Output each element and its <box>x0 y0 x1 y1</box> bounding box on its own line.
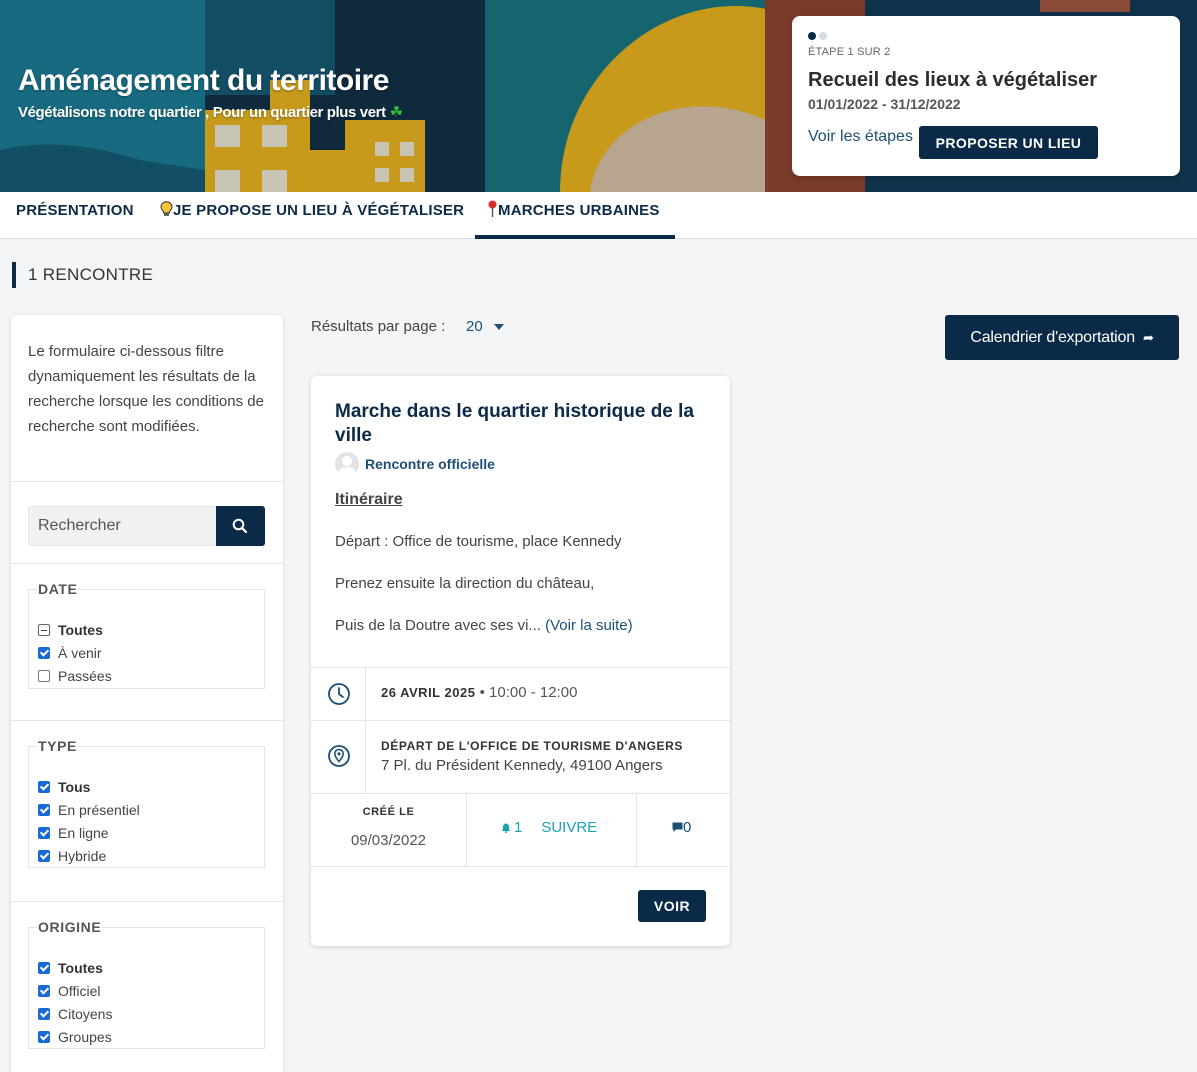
filter-intro: Le formulaire ci-dessous filtre dynamiqu… <box>28 343 264 435</box>
created-date: 09/03/2022 <box>350 832 427 849</box>
meeting-datetime: 26 AVRIL 2025 • 10:00 - 12:00 <box>381 684 578 701</box>
checkbox-checked[interactable] <box>38 985 50 997</box>
divider <box>466 793 467 866</box>
checkbox-checked[interactable] <box>38 781 50 793</box>
follow-button[interactable]: 1 SUIVRE <box>501 819 597 836</box>
meeting-title[interactable]: Marche dans le quartier historique de la… <box>335 400 715 448</box>
comments-count[interactable]: 0 <box>672 819 691 836</box>
tab-presentation[interactable]: PRÉSENTATION <box>16 192 134 239</box>
search-input[interactable] <box>28 506 216 546</box>
filter-origin-groups[interactable]: Groupes <box>38 1027 112 1047</box>
divider <box>311 720 730 721</box>
divider <box>11 563 283 564</box>
results-per-page-label: Résultats par page : <box>311 318 446 335</box>
filter-date-past[interactable]: Passées <box>38 666 112 686</box>
location-address: 7 Pl. du Président Kennedy, 49100 Angers <box>381 757 663 774</box>
itinerary-heading: Itinéraire <box>335 491 403 508</box>
map-pin-icon <box>488 200 497 217</box>
description-line: Prenez ensuite la direction du château, <box>335 575 595 592</box>
description-line: Puis de la Doutre avec ses vi... (Voir l… <box>335 617 633 634</box>
checkbox-indeterminate[interactable] <box>38 624 50 636</box>
step-dot <box>819 32 827 40</box>
avatar <box>335 452 359 476</box>
view-meeting-button[interactable]: VOIR <box>638 890 706 922</box>
filter-date-title: DATE <box>38 581 78 597</box>
filter-date: DATE Toutes À venir Passées <box>28 581 265 689</box>
filter-origin-official[interactable]: Officiel <box>38 981 101 1001</box>
filter-type-all[interactable]: Tous <box>38 777 90 797</box>
divider <box>636 793 637 866</box>
checkbox-checked[interactable] <box>38 1031 50 1043</box>
results-per-page-select[interactable]: 20 <box>466 318 483 335</box>
followers-count: 1 <box>514 819 523 836</box>
divider <box>311 866 730 867</box>
clover-icon: ☘ <box>389 104 403 121</box>
clock-icon <box>328 683 350 705</box>
filter-origin-all[interactable]: Toutes <box>38 958 103 978</box>
divider <box>311 667 730 668</box>
filter-origin-title: ORIGINE <box>38 919 102 935</box>
divider <box>11 720 283 721</box>
step-dots <box>808 32 827 40</box>
bell-icon <box>501 823 511 833</box>
meeting-author: Rencontre officielle <box>335 452 495 476</box>
checkbox-unchecked[interactable] <box>38 670 50 682</box>
checkbox-checked[interactable] <box>38 827 50 839</box>
checkbox-checked[interactable] <box>38 962 50 974</box>
description-line: Départ : Office de tourisme, place Kenne… <box>335 533 622 550</box>
filter-date-all[interactable]: Toutes <box>38 620 103 640</box>
export-calendar-button[interactable]: Calendrier d'exportation ➦ <box>945 315 1179 360</box>
location-icon <box>328 745 350 767</box>
filter-origin: ORIGINE Toutes Officiel Citoyens Groupes <box>28 919 265 1049</box>
page: Aménagement du territoire Végétalisons n… <box>0 0 1197 1072</box>
checkbox-checked[interactable] <box>38 850 50 862</box>
step-title: Recueil des lieux à végétaliser <box>808 69 1098 91</box>
step-dot-active <box>808 32 816 40</box>
caret-down-icon[interactable] <box>494 324 504 330</box>
hero-banner: Aménagement du territoire Végétalisons n… <box>0 0 1197 192</box>
search-icon <box>232 518 248 534</box>
step-card: ÉTAPE 1 SUR 2 Recueil des lieux à végéta… <box>792 16 1180 176</box>
filter-type-online[interactable]: En ligne <box>38 823 109 843</box>
hero-subtitle: Végétalisons notre quartier , Pour un qu… <box>18 104 403 121</box>
see-steps-link[interactable]: Voir les étapes <box>808 128 913 146</box>
hero-title: Aménagement du territoire <box>18 64 389 97</box>
meeting-card: Marche dans le quartier historique de la… <box>311 376 730 946</box>
share-arrow-icon: ➦ <box>1142 329 1154 345</box>
checkbox-checked[interactable] <box>38 1008 50 1020</box>
filter-type-in-person[interactable]: En présentiel <box>38 800 140 820</box>
tab-urban-walks[interactable]: MARCHES URBAINES <box>475 192 675 239</box>
filter-sidebar: Le formulaire ci-dessous filtre dynamiqu… <box>11 315 283 1072</box>
filter-date-upcoming[interactable]: À venir <box>38 643 102 663</box>
filter-type-hybrid[interactable]: Hybride <box>38 846 106 866</box>
read-more-link[interactable]: (Voir la suite) <box>545 617 633 634</box>
tab-bar: PRÉSENTATION JE PROPOSE UN LIEU À VÉGÉTA… <box>0 192 1197 239</box>
created-label: CRÉÉ LE <box>362 806 415 818</box>
divider <box>11 901 283 902</box>
step-label: ÉTAPE 1 SUR 2 <box>808 46 891 58</box>
comment-icon <box>672 822 683 832</box>
filter-origin-citizens[interactable]: Citoyens <box>38 1004 112 1024</box>
filter-type-title: TYPE <box>38 738 77 754</box>
search-bar <box>28 506 265 546</box>
tab-propose-place[interactable]: JE PROPOSE UN LIEU À VÉGÉTALISER <box>160 192 464 239</box>
results-count: 1 RENCONTRE <box>12 262 153 288</box>
search-button[interactable] <box>216 506 265 546</box>
checkbox-checked[interactable] <box>38 647 50 659</box>
location-name: DÉPART DE L'OFFICE DE TOURISME D'ANGERS <box>381 739 684 753</box>
divider <box>365 667 366 793</box>
divider <box>11 481 283 482</box>
propose-place-button[interactable]: PROPOSER UN LIEU <box>919 126 1098 159</box>
lightbulb-icon <box>160 201 173 216</box>
filter-type: TYPE Tous En présentiel En ligne Hybride <box>28 738 265 868</box>
checkbox-checked[interactable] <box>38 804 50 816</box>
step-dates: 01/01/2022 - 31/12/2022 <box>808 96 961 112</box>
divider <box>311 793 730 794</box>
